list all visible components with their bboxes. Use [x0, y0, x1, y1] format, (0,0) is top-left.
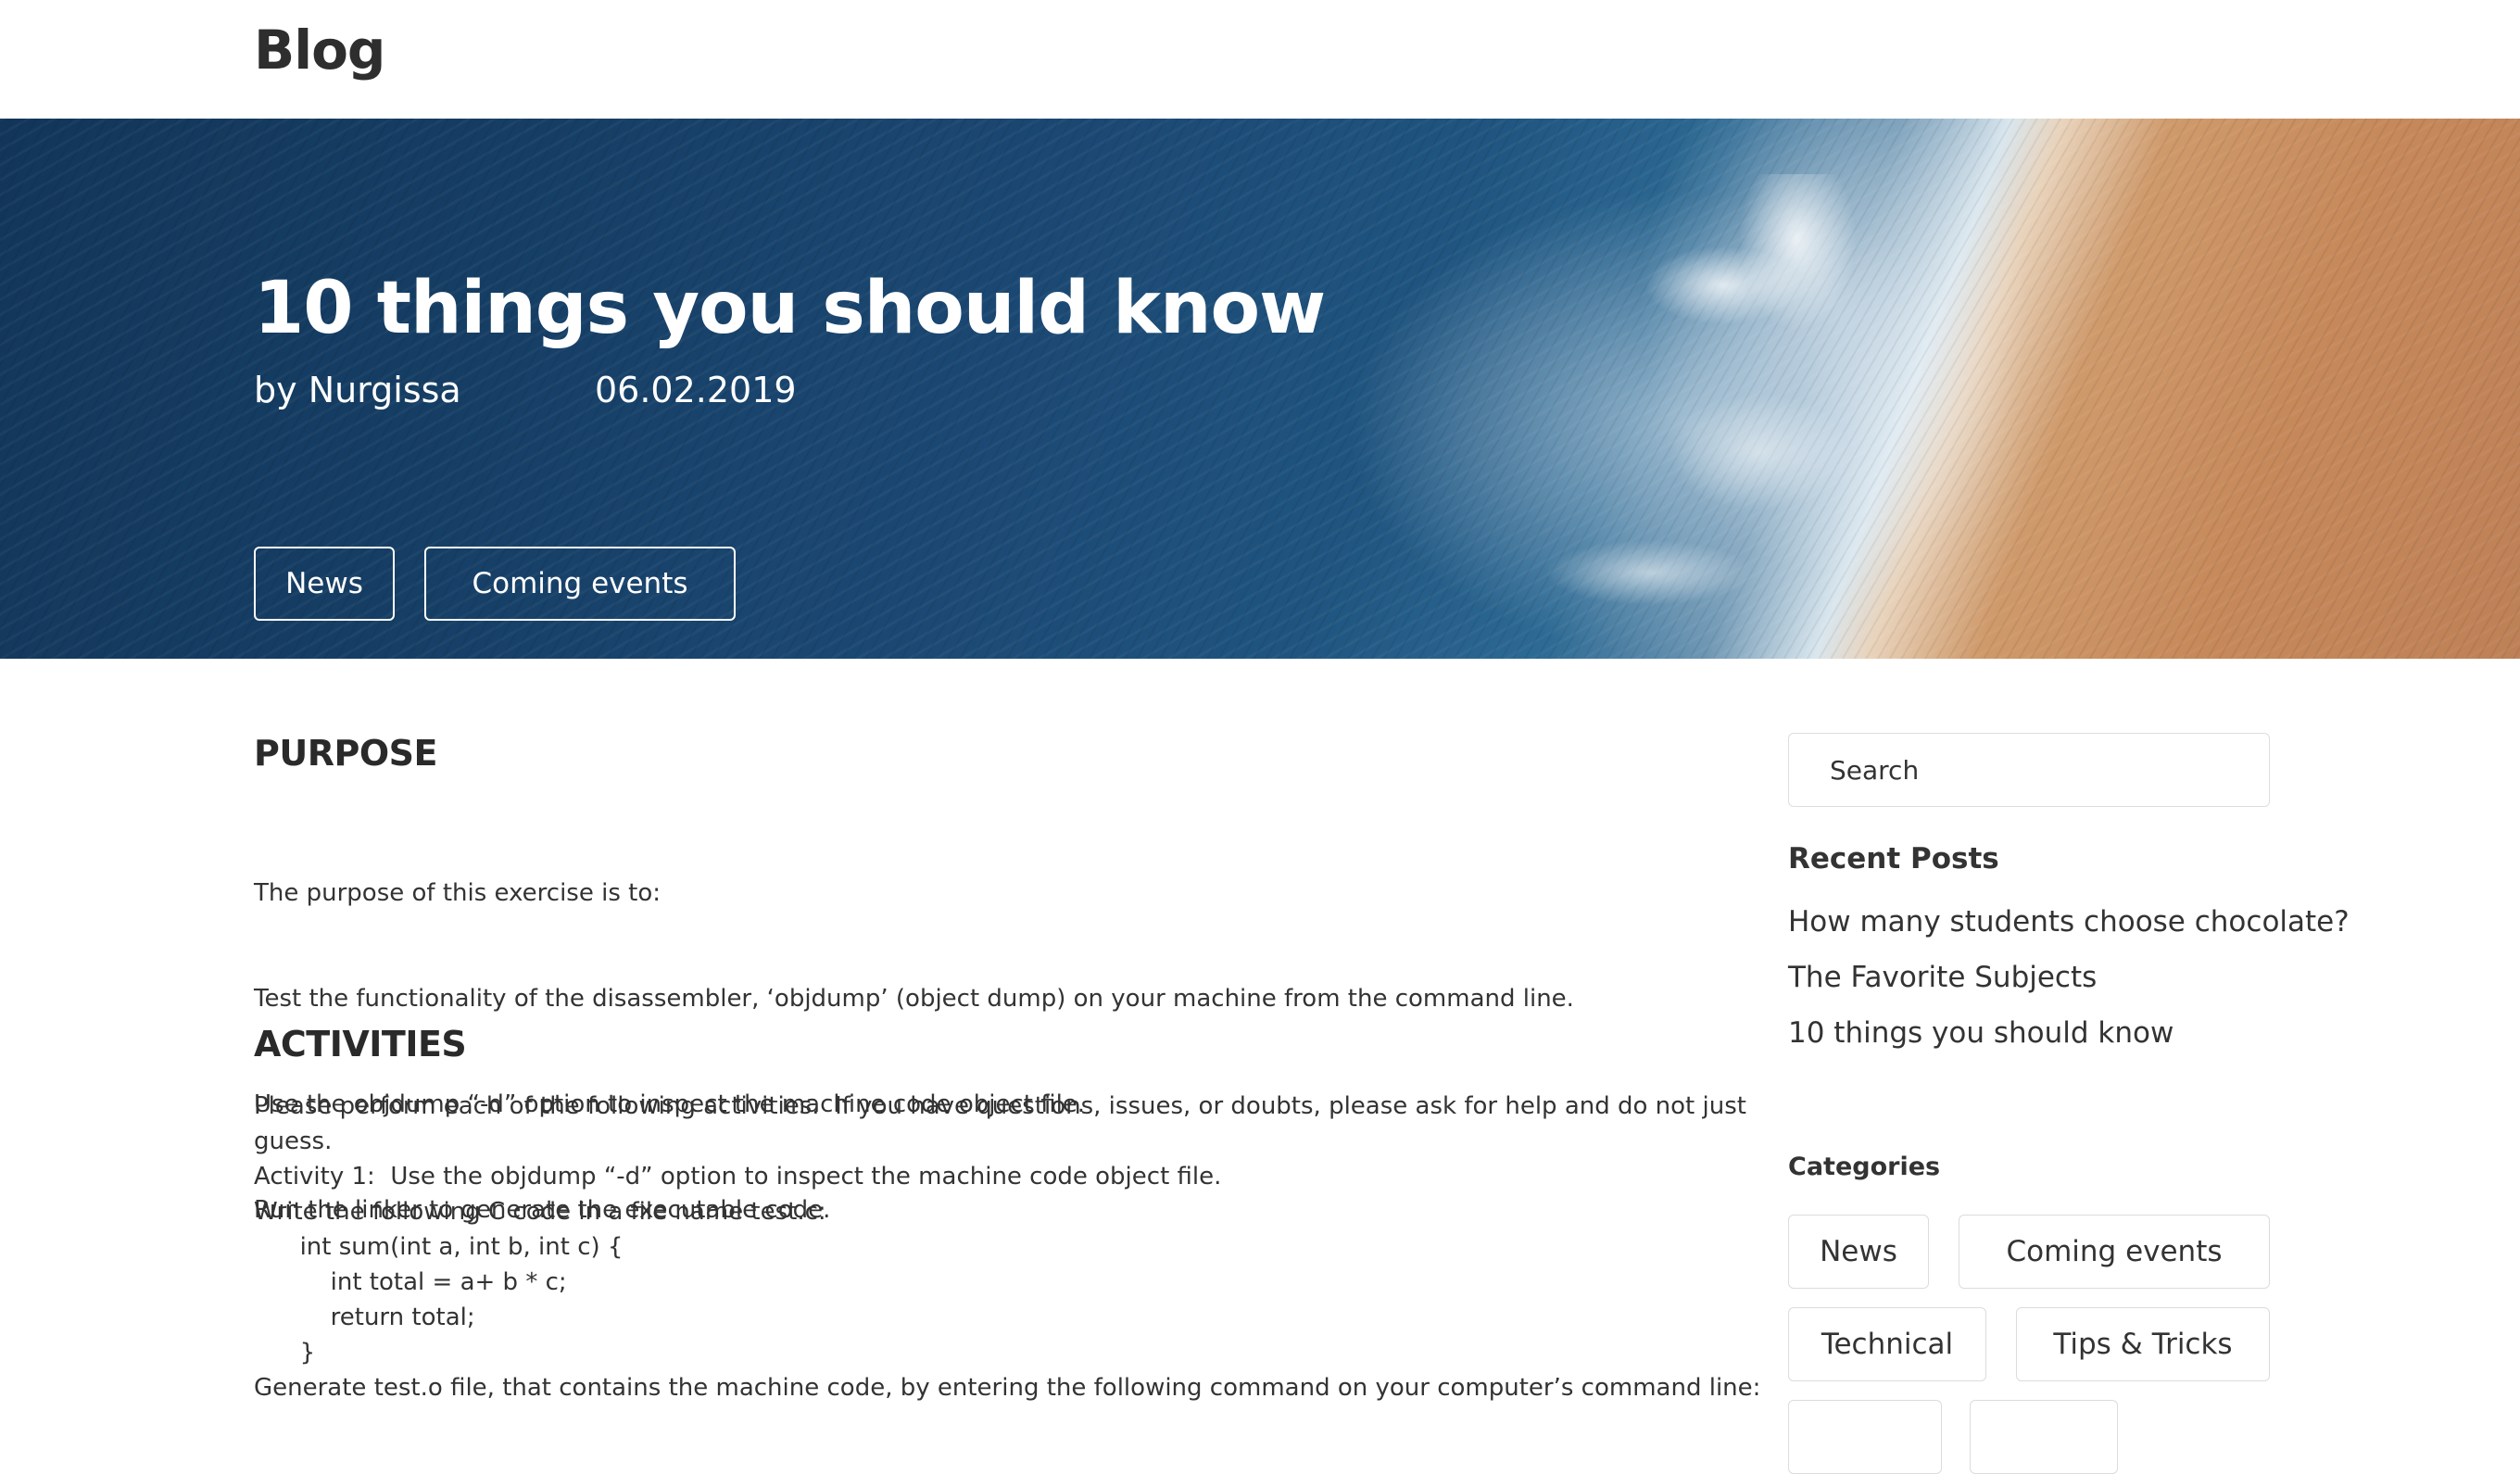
purpose-heading: PURPOSE [254, 733, 437, 774]
category-technical-button[interactable]: Technical [1788, 1307, 1986, 1381]
activities-line: Activity 1: Use the objdump “-d” option … [254, 1163, 1222, 1191]
hero-tag-coming-events[interactable]: Coming events [424, 547, 736, 621]
purpose-line: The purpose of this exercise is to: [254, 879, 662, 907]
hero-tag-news[interactable]: News [254, 547, 395, 621]
post-author: by Nurgissa [254, 370, 461, 410]
activities-line: guess. [254, 1128, 333, 1155]
site-logo[interactable]: Blog [254, 13, 385, 87]
post-title: 10 things you should know [254, 267, 1326, 350]
code-line: return total; [254, 1304, 475, 1331]
purpose-line: Test the functionality of the disassembl… [254, 985, 1574, 1013]
search-input[interactable] [1788, 733, 2270, 807]
activities-body: Please perform each of the following act… [254, 1089, 1761, 1405]
categories-heading: Categories [1788, 1153, 1941, 1181]
code-line: int sum(int a, int b, int c) { [254, 1233, 624, 1261]
recent-post-link[interactable]: The Favorite Subjects [1788, 957, 2097, 998]
post-date: 06.02.2019 [595, 370, 797, 410]
activities-line: Please perform each of the following act… [254, 1092, 1746, 1120]
activities-line: Generate test.o file, that contains the … [254, 1374, 1761, 1402]
hero-banner: 10 things you should know by Nurgissa 06… [0, 119, 2520, 659]
category-button[interactable] [1970, 1400, 2118, 1474]
recent-post-link[interactable]: How many students choose chocolate? [1788, 901, 2350, 942]
category-coming-events-button[interactable]: Coming events [1959, 1215, 2270, 1289]
hero-wave-foam [1371, 174, 1946, 659]
category-news-button[interactable]: News [1788, 1215, 1929, 1289]
recent-post-link[interactable]: 10 things you should know [1788, 1013, 2174, 1053]
sidebar: Recent Posts How many students choose ch… [1788, 659, 2350, 1474]
category-button[interactable] [1788, 1400, 1942, 1474]
activities-heading: ACTIVITIES [254, 1024, 467, 1065]
code-line: int total = a+ b * c; [254, 1268, 567, 1296]
site-header: Blog [0, 0, 2520, 119]
activities-line: Write the following C code in a file nam… [254, 1198, 826, 1226]
recent-posts-heading: Recent Posts [1788, 842, 1999, 876]
code-line: } [254, 1339, 316, 1367]
post-content: PURPOSE The purpose of this exercise is … [254, 659, 1761, 1410]
category-tips-tricks-button[interactable]: Tips & Tricks [2016, 1307, 2270, 1381]
